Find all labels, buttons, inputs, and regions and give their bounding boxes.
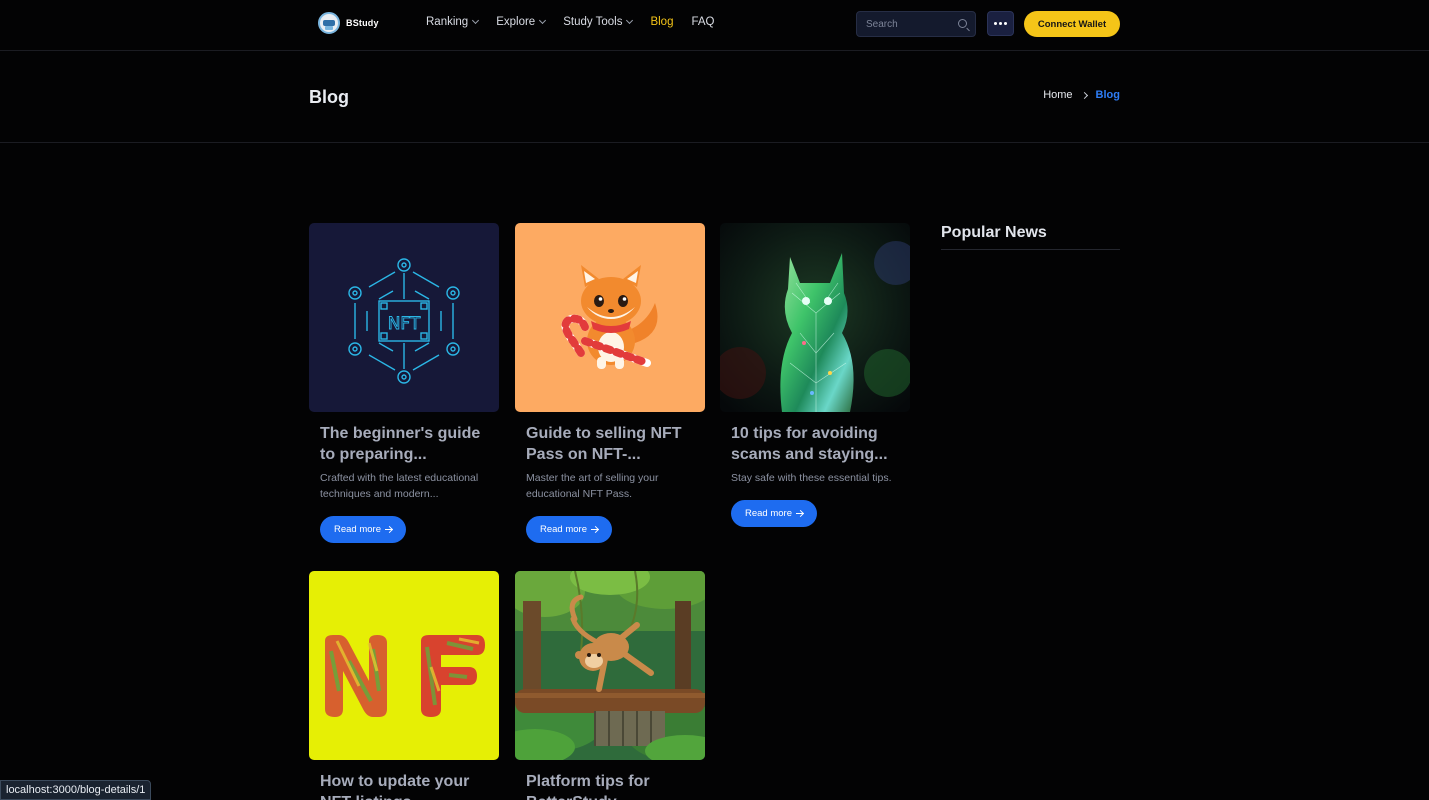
blog-card: 10 tips for avoiding scams and staying..… — [720, 223, 910, 527]
page-header: Blog Home Blog — [0, 51, 1429, 143]
arrow-right-icon — [385, 529, 392, 530]
blog-card-title[interactable]: The beginner's guide to preparing... — [320, 423, 488, 465]
blog-card-excerpt: Master the art of selling your education… — [526, 472, 659, 500]
arrow-right-icon — [796, 513, 803, 514]
blog-card: Platform tips for BetterStudy... — [515, 571, 705, 800]
blog-card-image-nft-network[interactable]: NFT — [309, 223, 499, 412]
browser-status-url: localhost:3000/blog-details/1 — [0, 780, 152, 800]
ellipsis-icon — [994, 22, 997, 25]
nav-label: FAQ — [691, 16, 715, 28]
search-icon[interactable] — [958, 19, 967, 28]
blog-card-title[interactable]: 10 tips for avoiding scams and staying..… — [731, 423, 899, 465]
crystal-cat-illustration — [720, 223, 910, 412]
chevron-right-icon — [1080, 91, 1088, 99]
nav-item-explore[interactable]: Explore — [496, 16, 547, 28]
blog-card-image-nf-letters[interactable] — [309, 571, 499, 760]
chevron-down-icon — [626, 16, 634, 25]
ellipsis-icon — [999, 22, 1002, 25]
nf-letters-illustration — [309, 571, 499, 760]
ellipsis-icon — [1004, 22, 1007, 25]
blog-card: How to update your NFT listings... — [309, 571, 499, 800]
blog-card-title[interactable]: How to update your NFT listings... — [320, 771, 488, 800]
read-more-label: Read more — [745, 508, 792, 519]
nav-label: Blog — [650, 16, 674, 28]
blog-card-title[interactable]: Guide to selling NFT Pass on NFT-... — [526, 423, 694, 465]
nav-label: Explore — [496, 16, 536, 28]
breadcrumb-current: Blog — [1095, 89, 1120, 101]
nav-item-blog[interactable]: Blog — [650, 16, 673, 28]
monkey-jungle-illustration — [515, 571, 705, 760]
chevron-down-icon — [472, 16, 480, 25]
blog-card: Guide to selling NFT Pass on NFT-... Mas… — [515, 223, 705, 543]
search-box — [856, 11, 976, 37]
logo-text: BStudy — [346, 18, 379, 28]
blog-card: NFT The beginner's guide to preparing...… — [309, 223, 499, 543]
nav-item-ranking[interactable]: Ranking — [426, 16, 480, 28]
page-title: Blog — [309, 87, 349, 107]
breadcrumb-home-link[interactable]: Home — [1043, 89, 1072, 101]
read-more-button[interactable]: Read more — [731, 500, 817, 527]
main-nav: Ranking Explore Study Tools Blog FAQ — [426, 16, 715, 28]
nft-network-illustration: NFT — [309, 223, 499, 412]
arrow-right-icon — [591, 529, 598, 530]
blog-card-image-monkey-jungle[interactable] — [515, 571, 705, 760]
read-more-label: Read more — [334, 524, 381, 535]
logo-icon — [318, 12, 340, 34]
read-more-label: Read more — [540, 524, 587, 535]
nav-label: Ranking — [426, 16, 469, 28]
blog-card-title[interactable]: Platform tips for BetterStudy... — [526, 771, 694, 800]
top-navbar: BStudy Ranking Explore Study Tools Blog … — [0, 0, 1429, 51]
chevron-down-icon — [539, 16, 547, 25]
site-logo[interactable]: BStudy — [318, 12, 379, 34]
nav-label: Study Tools — [563, 16, 623, 28]
popular-news-heading: Popular News — [941, 224, 1120, 250]
search-input[interactable] — [857, 12, 953, 36]
blog-card-excerpt: Crafted with the latest educational tech… — [320, 472, 479, 500]
blog-card-image-fox[interactable] — [515, 223, 705, 412]
read-more-button[interactable]: Read more — [320, 516, 406, 543]
connect-wallet-button[interactable]: Connect Wallet — [1024, 11, 1120, 37]
svg-text:NFT: NFT — [388, 314, 421, 334]
more-menu-button[interactable] — [987, 11, 1014, 36]
nav-item-study-tools[interactable]: Study Tools — [563, 16, 634, 28]
blog-card-excerpt: Stay safe with these essential tips. — [731, 472, 892, 484]
fox-illustration — [515, 223, 705, 412]
blog-card-image-crystal-cat[interactable] — [720, 223, 910, 412]
breadcrumb: Home Blog — [1043, 89, 1120, 101]
nav-item-faq[interactable]: FAQ — [691, 16, 714, 28]
read-more-button[interactable]: Read more — [526, 516, 612, 543]
